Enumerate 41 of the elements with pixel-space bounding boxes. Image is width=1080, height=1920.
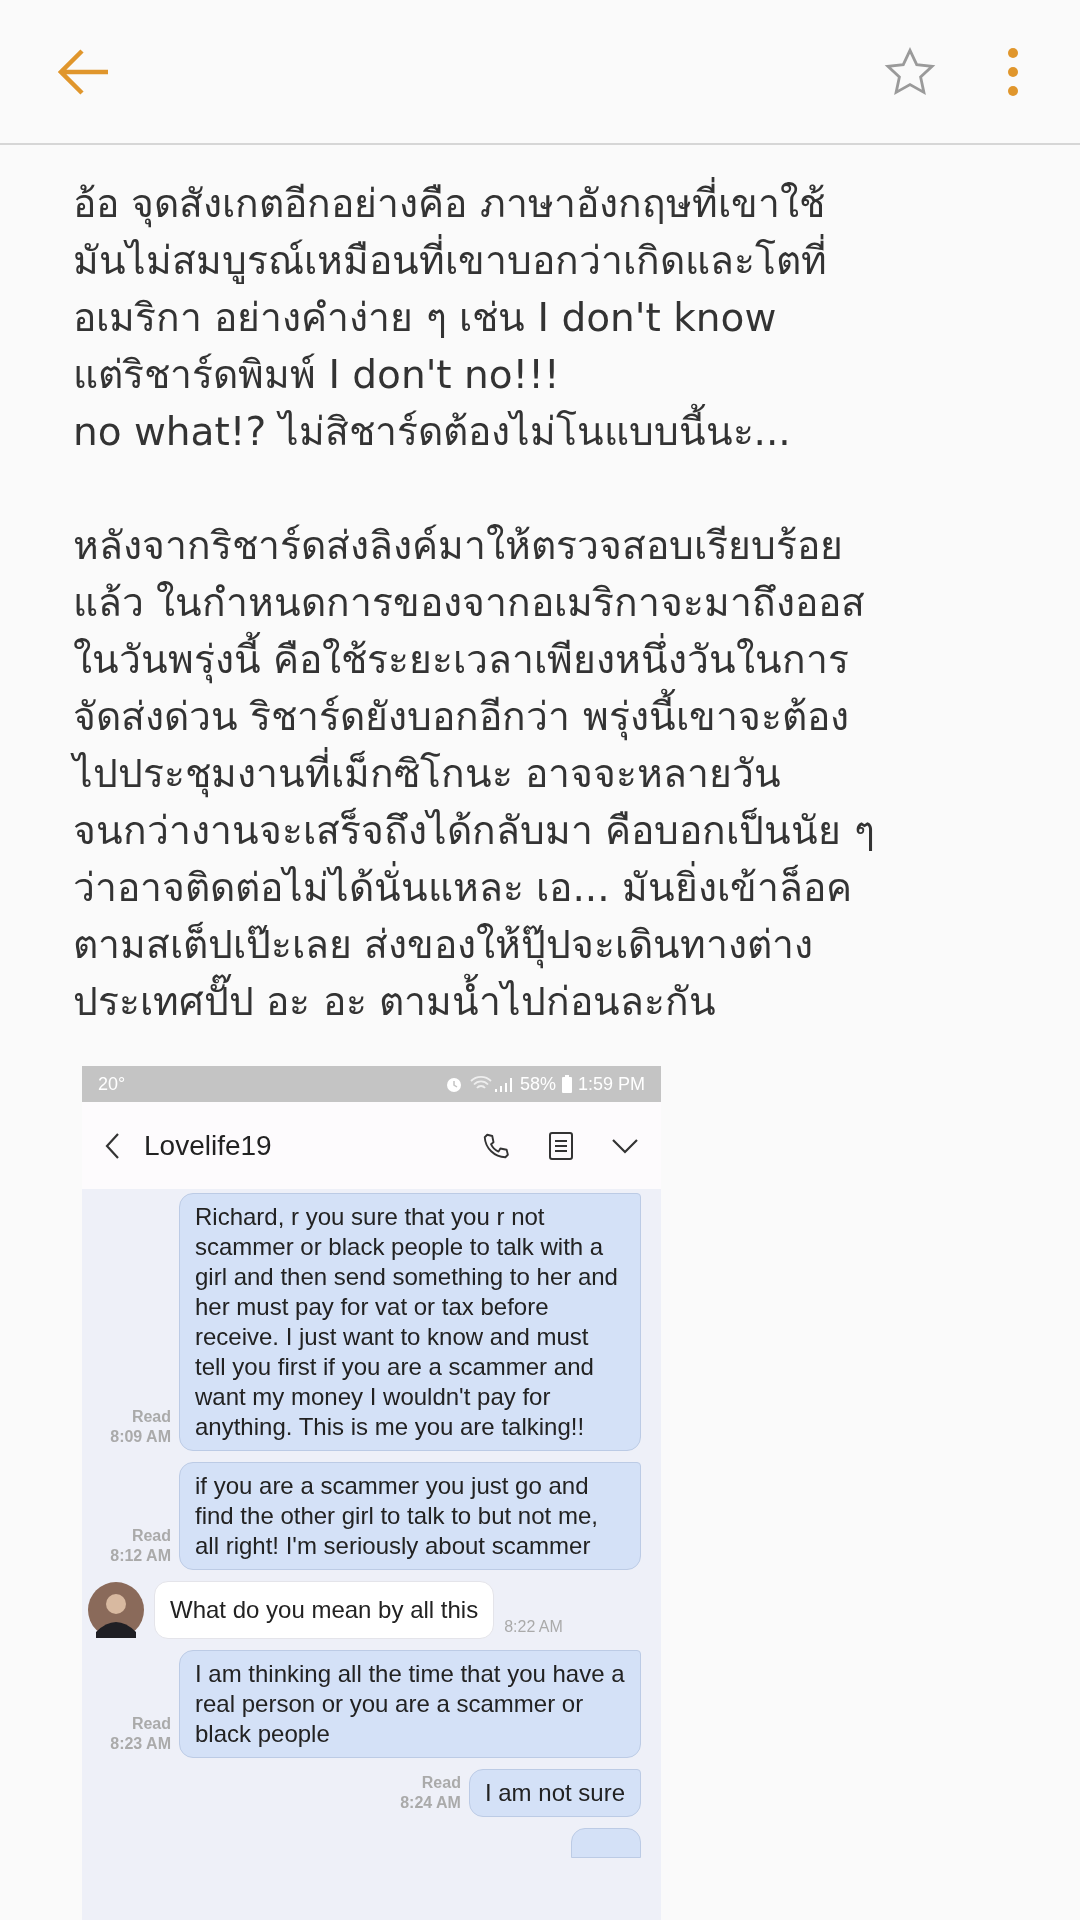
article-text: อเมริกา อย่างคำง่าย ๆ เช่น I don't know xyxy=(73,294,777,342)
message-bubble: if you are a scammer you just go and find the other girl to talk to but not me, all right! I'm seriously about scammer xyxy=(179,1462,641,1570)
star-icon xyxy=(884,46,936,97)
battery-icon xyxy=(561,1075,572,1093)
signal-icon xyxy=(493,1075,514,1093)
article-text: อ้อ จุดสังเกตอีกอย่างคือ ภาษาอังกฤษที่เขาใช้ xyxy=(73,175,825,232)
message-time: 8:22 AM xyxy=(504,1617,563,1637)
article-text: no what!? ไม่สิชาร์ดต้องไม่โนแบบนี้นะ... xyxy=(73,403,791,460)
more-options-icon xyxy=(1008,47,1018,96)
battery-percent: 58% xyxy=(519,1072,556,1096)
details-button[interactable] xyxy=(549,1131,573,1160)
article-text: ประเทศปั๊ป อะ อะ ตามน้ำไปก่อนละกัน xyxy=(73,973,717,1030)
article-text: ในวันพรุ่งนี้ คือใช้ระยะเวลาเพียงหนึ่งวันในการ xyxy=(73,631,850,688)
message-bubble: I am thinking all the time that you have a real person or you are a scammer or black people xyxy=(179,1650,641,1758)
expand-button[interactable] xyxy=(611,1137,639,1154)
back-icon xyxy=(104,1131,120,1160)
message-bubble: I am not sure xyxy=(468,1769,641,1817)
article-text: แต่ริชาร์ดพิมพ์ I don't no!!! xyxy=(73,351,560,399)
status-time: 1:59 PM xyxy=(577,1072,645,1096)
article-text: ตามสเต็ปเป๊ะเลย ส่งของให้ปุ๊ปจะเดินทางต่าง xyxy=(73,920,814,971)
article-text: จัดส่งด่วน ริชาร์ดยังบอกอีกว่า พรุ่งนี้เขาจะต้อง xyxy=(73,688,849,745)
article-text: มันไม่สมบูรณ์เหมือนที่เขาบอกว่าเกิดและโตที่ xyxy=(73,232,827,289)
article-text: แล้ว ในกำหนดการของจากอเมริกาจะมาถึงออส xyxy=(73,579,866,627)
message-bubble: Richard, r you sure that you r not scammer or black people to talk with a girl and then send something to her and her must pay for vat or tax before receive. I just want to know and must tell you first if you are a scammer and want my money I wouldn't pay for anything. This is me you are talking!! xyxy=(179,1193,641,1451)
article-text: ว่าอาจติดต่อไม่ได้นั่นแหละ เอ... มันยิ่งเข้าล็อค xyxy=(73,859,852,916)
temperature-text: 20° xyxy=(98,1072,126,1096)
avatar-icon xyxy=(88,1582,144,1638)
message-bubble: What do you mean by all this xyxy=(154,1581,495,1639)
document-icon xyxy=(549,1131,573,1160)
back-arrow-icon xyxy=(58,46,110,97)
read-receipt: Read 8:12 AM xyxy=(110,1526,171,1566)
read-receipt: Read 8:23 AM xyxy=(110,1714,171,1754)
chevron-down-icon xyxy=(611,1137,639,1154)
back-button[interactable] xyxy=(104,1131,120,1160)
contact-name: Lovelife19 xyxy=(144,1128,272,1163)
article-text: หลังจากริชาร์ดส่งลิงค์มาให้ตรวจสอบเรียบร้อย xyxy=(73,522,843,570)
read-receipt: Read 8:24 AM xyxy=(400,1773,461,1813)
star-button[interactable] xyxy=(884,46,936,97)
read-receipt: Read 8:09 AM xyxy=(110,1407,171,1447)
article-text: จนกว่างานจะเสร็จถึงได้กลับมา คือบอกเป็นนัย ๆ xyxy=(73,806,875,855)
message-bubble xyxy=(571,1828,641,1858)
